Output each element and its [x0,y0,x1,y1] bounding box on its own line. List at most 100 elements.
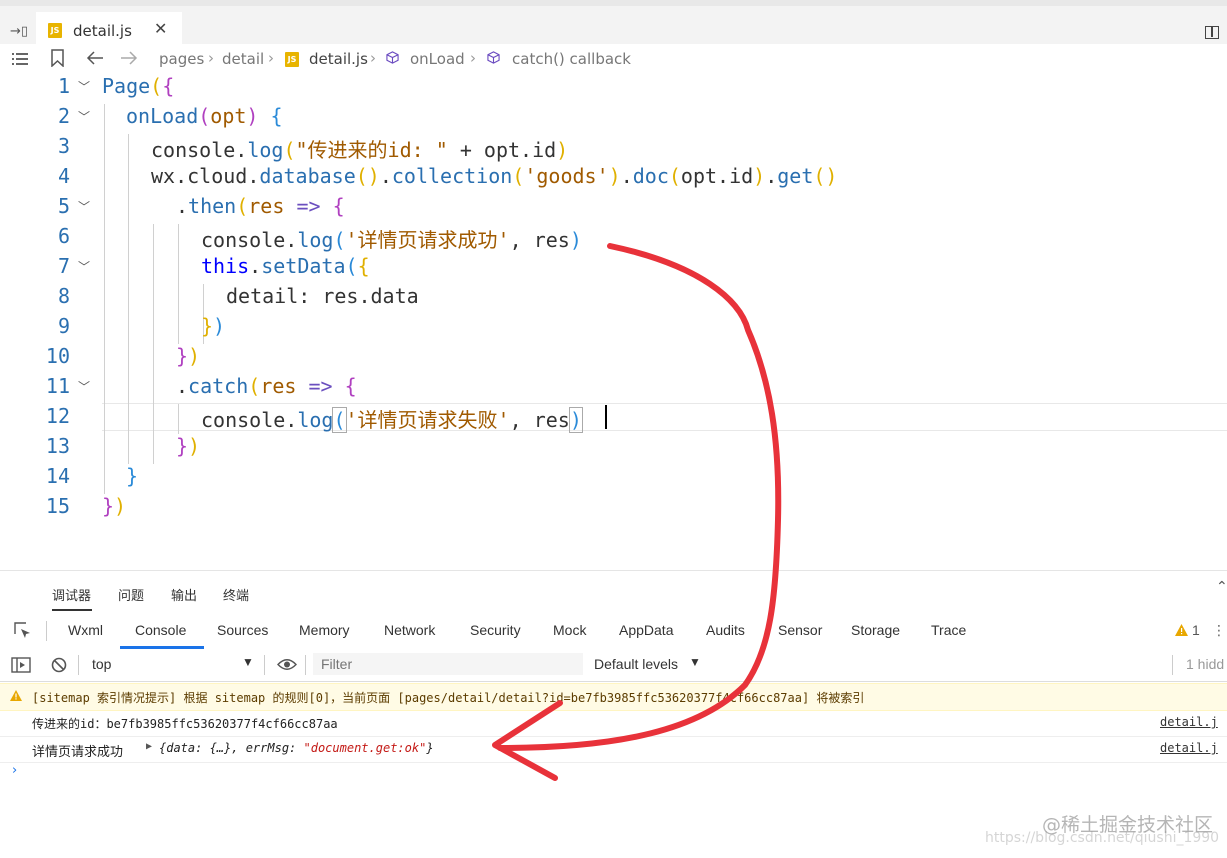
code-line-1: Page({ [102,74,175,98]
warning-message: [sitemap 索引情况提示] 根据 sitemap 的规则[0]，当前页面 … [32,691,865,705]
code-line-6: console.log('详情页请求成功', res) [201,228,582,252]
code-line-10: }) [176,344,201,368]
code-line-3: console.log("传进来的id: " + opt.id) [151,138,569,162]
context-dropdown-icon[interactable]: ▼ [242,655,254,669]
tab-storage[interactable]: Storage [851,622,900,638]
code-line-13: }) [176,434,201,458]
tab-output[interactable]: 输出 [171,585,197,604]
divider [46,621,47,641]
text-cursor [605,405,607,429]
tab-sensor[interactable]: Sensor [778,622,822,638]
split-editor-icon[interactable] [1205,26,1219,39]
line-number: 7 [57,254,70,278]
warning-icon [10,690,22,701]
bookmark-icon[interactable] [51,49,64,67]
panel-maximize-icon[interactable]: ⌃ [1216,579,1227,595]
tab-sources[interactable]: Sources [217,622,268,638]
fold-chevron-icon[interactable]: ﹀ [78,108,90,125]
console-prompt-icon[interactable]: › [12,763,17,778]
tab-mock[interactable]: Mock [553,622,586,638]
code-line-4: wx.cloud.database().collection('goods').… [151,164,838,188]
source-link[interactable]: detail.j [1160,741,1218,755]
indent-guide [153,224,154,464]
line-number: 12 [45,404,70,428]
context-select[interactable]: top [92,656,111,672]
tab-debugger[interactable]: 调试器 [52,585,91,604]
line-number: 5 [57,194,70,218]
warning-count[interactable]: 1 [1192,622,1200,638]
editor-tab-bar: →▯ JS detail.js ✕ [0,0,1227,50]
tab-terminal[interactable]: 终端 [223,585,249,604]
fold-chevron-icon[interactable]: ﹀ [78,258,90,275]
code-line-5: .then(res => { [176,194,345,218]
code-line-12: console.log('详情页请求失败', res) [201,407,583,433]
js-file-icon: JS [285,52,299,67]
fold-chevron-icon[interactable]: ﹀ [78,378,90,395]
inspect-element-icon[interactable] [14,622,32,640]
breadcrumb-separator: › [470,49,476,67]
line-number: 2 [57,104,70,128]
code-line-11: .catch(res => { [176,374,357,398]
tab-appdata[interactable]: AppData [619,622,673,638]
close-tab-icon[interactable]: ✕ [154,19,167,38]
tab-problems[interactable]: 问题 [118,585,144,604]
breadcrumb-item-file[interactable]: detail.js [309,50,368,68]
line-number: 8 [57,284,70,308]
log-levels-select[interactable]: Default levels [594,656,678,672]
breadcrumb: pages › detail › JS detail.js › onLoad ›… [0,44,1227,74]
code-line-9: }) [201,314,226,338]
tab-memory[interactable]: Memory [299,622,350,638]
tab-trace[interactable]: Trace [931,622,966,638]
line-number: 13 [45,434,70,458]
code-editor[interactable]: 1 2 3 4 5 6 7 8 9 10 11 12 13 14 15 ﹀ ﹀ … [0,74,1227,570]
indent-guide [178,224,179,344]
list-icon[interactable] [12,53,28,65]
fold-chevron-icon[interactable]: ﹀ [78,198,90,215]
breadcrumb-item-onload[interactable]: onLoad [410,50,465,68]
indent-guide [104,104,105,494]
tab-audits[interactable]: Audits [706,622,745,638]
breadcrumb-separator: › [370,49,376,67]
breadcrumb-separator: › [208,49,214,67]
tab-security[interactable]: Security [470,622,521,638]
code-line-8: detail: res.data [226,284,419,308]
line-number: 9 [57,314,70,338]
code-line-7: this.setData({ [201,254,370,278]
more-options-icon[interactable]: ⋮ [1212,623,1226,639]
log-object-preview[interactable]: {data: {…}, errMsg: "document.get:ok"} [159,741,434,755]
eye-icon[interactable] [277,658,297,671]
filter-input[interactable] [313,653,583,675]
divider [305,655,306,675]
line-number: 3 [57,134,70,158]
console-log-row[interactable]: 传进来的id：be7fb3985ffc53620377f4cf66cc87aa … [0,710,1227,737]
source-link[interactable]: detail.j [1160,715,1218,729]
back-arrow-icon[interactable] [86,51,104,65]
watermark-url: https://blog.csdn.net/qiushi_1990 [985,830,1220,846]
collapse-sidebar-icon[interactable]: →▯ [10,24,28,39]
method-cube-icon [487,51,500,64]
toggle-sidebar-icon[interactable] [11,657,31,673]
levels-dropdown-icon[interactable]: ▼ [689,655,701,669]
tab-console[interactable]: Console [135,622,186,638]
breadcrumb-separator: › [268,49,274,67]
tab-wxml[interactable]: Wxml [68,622,103,638]
expand-triangle-icon[interactable]: ▶ [146,741,152,752]
tab-network[interactable]: Network [384,622,435,638]
breadcrumb-item-detail[interactable]: detail [222,50,264,68]
warning-icon [1175,624,1188,636]
hidden-count: 1 hidd [1186,656,1225,672]
forward-arrow-icon[interactable] [120,51,138,65]
code-line-15: }) [102,494,127,518]
console-warning-row[interactable]: [sitemap 索引情况提示] 根据 sitemap 的规则[0]，当前页面 … [0,683,1227,711]
indent-guide [178,404,179,434]
divider [264,655,265,675]
breadcrumb-item-catch-callback[interactable]: catch() callback [512,50,631,68]
breadcrumb-item-pages[interactable]: pages [159,50,204,68]
fold-chevron-icon[interactable]: ﹀ [78,78,90,95]
js-file-icon: JS [48,23,62,38]
tab-label: detail.js [73,22,132,40]
line-number: 4 [57,164,70,188]
console-log-row[interactable]: 详情页请求成功 ▶ {data: {…}, errMsg: "document.… [0,736,1227,763]
log-message: 传进来的id：be7fb3985ffc53620377f4cf66cc87aa [32,717,338,731]
clear-console-icon[interactable] [51,657,67,673]
